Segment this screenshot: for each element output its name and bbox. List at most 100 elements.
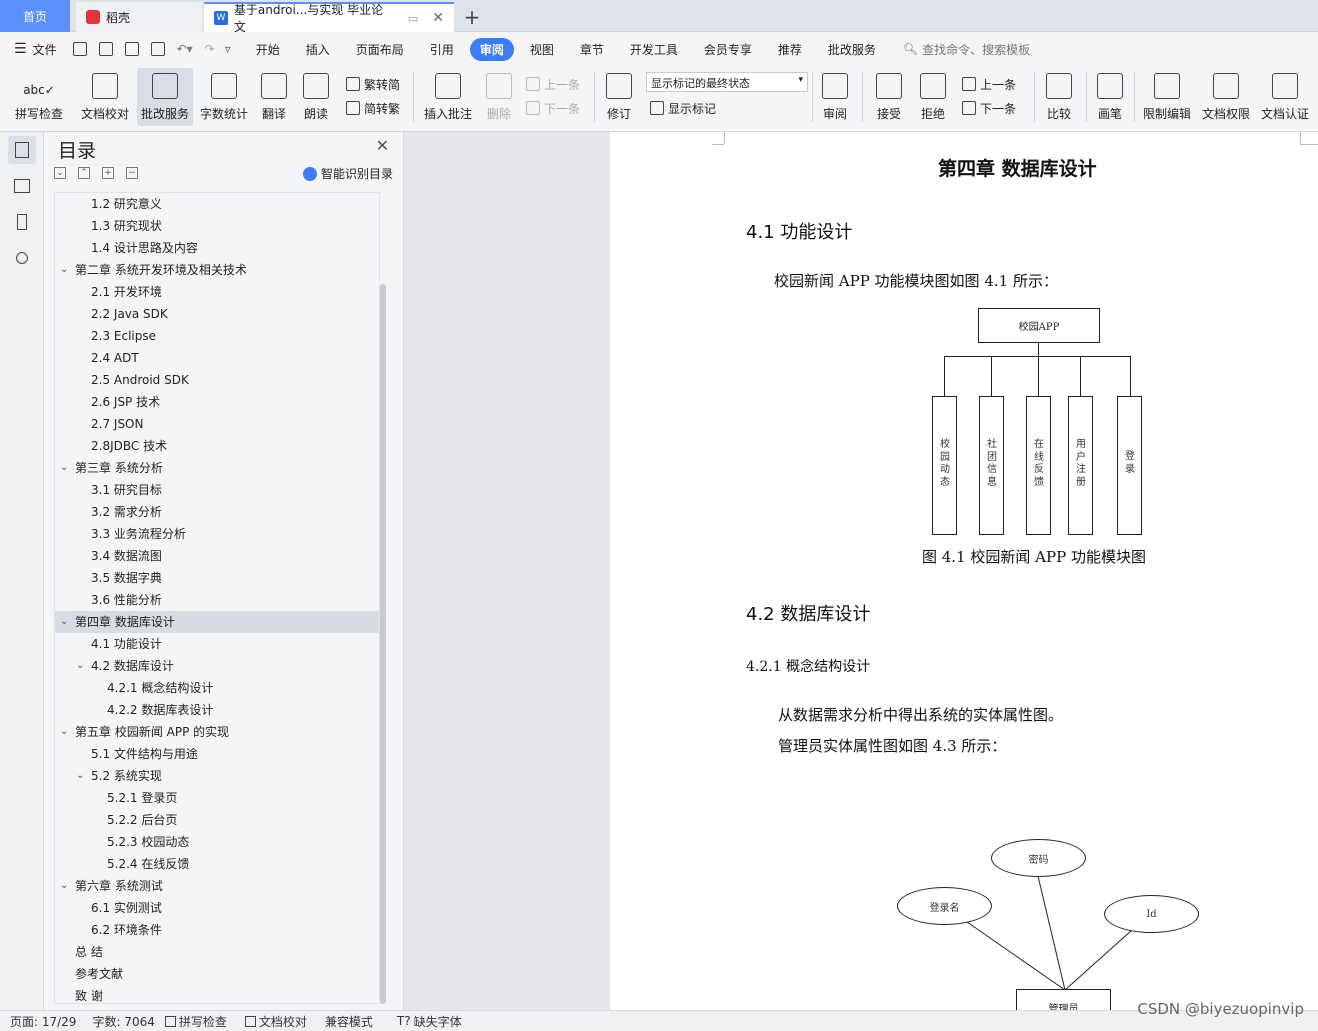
menu-tab-review[interactable]: 审阅 [469, 37, 514, 61]
doc-proof-status[interactable]: 文档校对 [244, 1013, 307, 1030]
menu-tab-references[interactable]: 引用 [420, 38, 464, 61]
toc-item[interactable]: ⌄ 第六章 系统测试 [55, 875, 379, 897]
toc-item[interactable]: 5.2.3 校园动态 [55, 831, 379, 853]
toc-item[interactable]: 3.6 性能分析 [55, 589, 379, 611]
doc-cert-button[interactable]: 文档认证 [1258, 68, 1312, 126]
word-count-button[interactable]: 字数统计 [197, 68, 251, 126]
undo-icon[interactable]: ↶▾ [177, 42, 193, 56]
markup-state-select[interactable]: 显示标记的最终状态 ▾ [646, 72, 808, 92]
menu-tab-view[interactable]: 视图 [520, 38, 564, 61]
chevron-down-icon[interactable]: ⌄ [60, 875, 68, 897]
track-changes-button[interactable]: 修订 [600, 68, 638, 126]
trad-to-simp-button[interactable]: 繁转简 [346, 74, 400, 94]
toc-item[interactable]: 2.2 Java SDK [55, 303, 379, 325]
toc-item[interactable]: 3.2 需求分析 [55, 501, 379, 523]
toc-item[interactable]: 2.6 JSP 技术 [55, 391, 379, 413]
toc-item[interactable]: 4.2.2 数据库表设计 [55, 699, 379, 721]
menu-tab-start[interactable]: 开始 [246, 38, 290, 61]
toc-item[interactable]: 总 结 [55, 941, 379, 963]
smart-toc-button[interactable]: 智能识别目录 [302, 165, 393, 182]
spell-check-status[interactable]: 拼写检查 [164, 1013, 227, 1030]
collapse-all-icon[interactable]: ⌄ [54, 167, 66, 179]
toc-scrollbar[interactable] [380, 284, 386, 1004]
show-markup-button[interactable]: 显示标记 [650, 98, 716, 118]
simp-to-trad-button[interactable]: 简转繁 [346, 98, 400, 118]
tab-daoke[interactable]: 稻壳 [76, 2, 202, 32]
toc-item[interactable]: 6.1 实例测试 [55, 897, 379, 919]
toc-item[interactable]: 2.7 JSON [55, 413, 379, 435]
chevron-down-icon[interactable]: ⌄ [76, 765, 84, 787]
export-icon[interactable] [98, 42, 113, 56]
bookmark-icon[interactable] [8, 208, 36, 236]
toc-item[interactable]: 参考文献 [55, 963, 379, 985]
toc-item[interactable]: 2.5 Android SDK [55, 369, 379, 391]
toc-item[interactable]: 2.3 Eclipse [55, 325, 379, 347]
close-icon[interactable]: ✕ [376, 136, 389, 155]
toc-item[interactable]: 1.2 研究意义 [55, 193, 379, 215]
quick-access-more-icon[interactable]: ▿ [225, 42, 231, 56]
file-menu[interactable]: ☰ 文件 [14, 41, 57, 58]
search-panel-icon[interactable] [8, 244, 36, 272]
toc-panel-icon[interactable] [8, 136, 36, 164]
toc-item[interactable]: 4.2.1 概念结构设计 [55, 677, 379, 699]
translate-button[interactable]: 翻译 [255, 68, 293, 126]
toc-item[interactable]: ⌄ 第二章 系统开发环境及相关技术 [55, 259, 379, 281]
toc-item[interactable]: ⌄ 5.2 系统实现 [55, 765, 379, 787]
menu-tab-developer[interactable]: 开发工具 [620, 38, 688, 61]
toc-item[interactable]: 5.2.4 在线反馈 [55, 853, 379, 875]
prev-change-button[interactable]: 上一条 [962, 74, 1016, 94]
spell-check-button[interactable]: abc✓ 拼写检查 [8, 68, 70, 126]
doc-permission-button[interactable]: 文档权限 [1199, 68, 1253, 126]
toc-item[interactable]: 2.4 ADT [55, 347, 379, 369]
menu-tab-recommend[interactable]: 推荐 [768, 38, 812, 61]
menu-tab-insert[interactable]: 插入 [296, 38, 340, 61]
accept-button[interactable]: 接受 [870, 68, 908, 126]
chevron-down-icon[interactable]: ⌄ [60, 611, 68, 633]
toc-item[interactable]: 1.4 设计思路及内容 [55, 237, 379, 259]
toc-item[interactable]: 5.1 文件结构与用途 [55, 743, 379, 765]
toc-item[interactable]: 3.1 研究目标 [55, 479, 379, 501]
compare-button[interactable]: 比较 [1040, 68, 1078, 126]
new-tab-button[interactable]: + [458, 2, 486, 32]
chevron-down-icon[interactable]: ⌄ [60, 457, 68, 479]
review-pane-button[interactable]: 审阅 [816, 68, 854, 126]
tab-home[interactable]: 首页 [0, 0, 70, 32]
chapter-panel-icon[interactable] [8, 172, 36, 200]
toc-item[interactable]: 3.4 数据流图 [55, 545, 379, 567]
redo-icon[interactable]: ↷ [205, 42, 215, 56]
chevron-down-icon[interactable]: ⌄ [60, 721, 68, 743]
remove-heading-icon[interactable]: − [126, 167, 138, 179]
toc-item[interactable]: 6.2 环境条件 [55, 919, 379, 941]
chevron-down-icon[interactable]: ⌄ [60, 259, 68, 281]
tab-close-icon[interactable]: ✕ [432, 10, 444, 26]
next-change-button[interactable]: 下一条 [962, 98, 1016, 118]
print-icon[interactable] [124, 42, 139, 56]
toc-item[interactable]: ⌄ 第四章 数据库设计 [55, 611, 379, 633]
toc-item[interactable]: ⌄ 第五章 校园新闻 APP 的实现 [55, 721, 379, 743]
menu-tab-chapter[interactable]: 章节 [570, 38, 614, 61]
doc-proof-button[interactable]: 文档校对 [76, 68, 134, 126]
toc-item[interactable]: ⌄ 第三章 系统分析 [55, 457, 379, 479]
expand-all-icon[interactable]: ⌃ [78, 167, 90, 179]
word-count-indicator[interactable]: 字数: 7064 [92, 1013, 154, 1030]
toc-item[interactable]: ⌄ 4.2 数据库设计 [55, 655, 379, 677]
toc-item[interactable]: 3.3 业务流程分析 [55, 523, 379, 545]
toc-item[interactable]: 2.8JDBC 技术 [55, 435, 379, 457]
toc-item[interactable]: 2.1 开发环境 [55, 281, 379, 303]
toc-item[interactable]: 5.2.2 后台页 [55, 809, 379, 831]
menu-tab-correction[interactable]: 批改服务 [818, 38, 886, 61]
toc-item[interactable]: 致 谢 [55, 985, 379, 1003]
insert-comment-button[interactable]: 插入批注 [420, 68, 476, 126]
restrict-edit-button[interactable]: 限制编辑 [1140, 68, 1194, 126]
delete-comment-button[interactable]: 删除 [480, 68, 518, 126]
add-heading-icon[interactable]: + [102, 167, 114, 179]
review-service-button[interactable]: 批改服务 [137, 68, 193, 126]
document-page[interactable]: 第四章 数据库设计 4.1 功能设计 校园新闻 APP 功能模块图如图 4.1 … [610, 132, 1318, 1010]
tab-document[interactable]: W 基于androi...与实现 毕业论文 ▭ ✕ [204, 2, 454, 34]
missing-font-status[interactable]: T? 缺失字体 [397, 1013, 462, 1030]
chevron-down-icon[interactable]: ⌄ [76, 655, 84, 677]
command-search[interactable]: 🔍︎ 查找命令、搜索模板 [903, 41, 1030, 58]
save-icon[interactable] [72, 42, 87, 56]
pen-button[interactable]: 画笔 [1092, 68, 1128, 126]
reject-button[interactable]: 拒绝 [914, 68, 952, 126]
